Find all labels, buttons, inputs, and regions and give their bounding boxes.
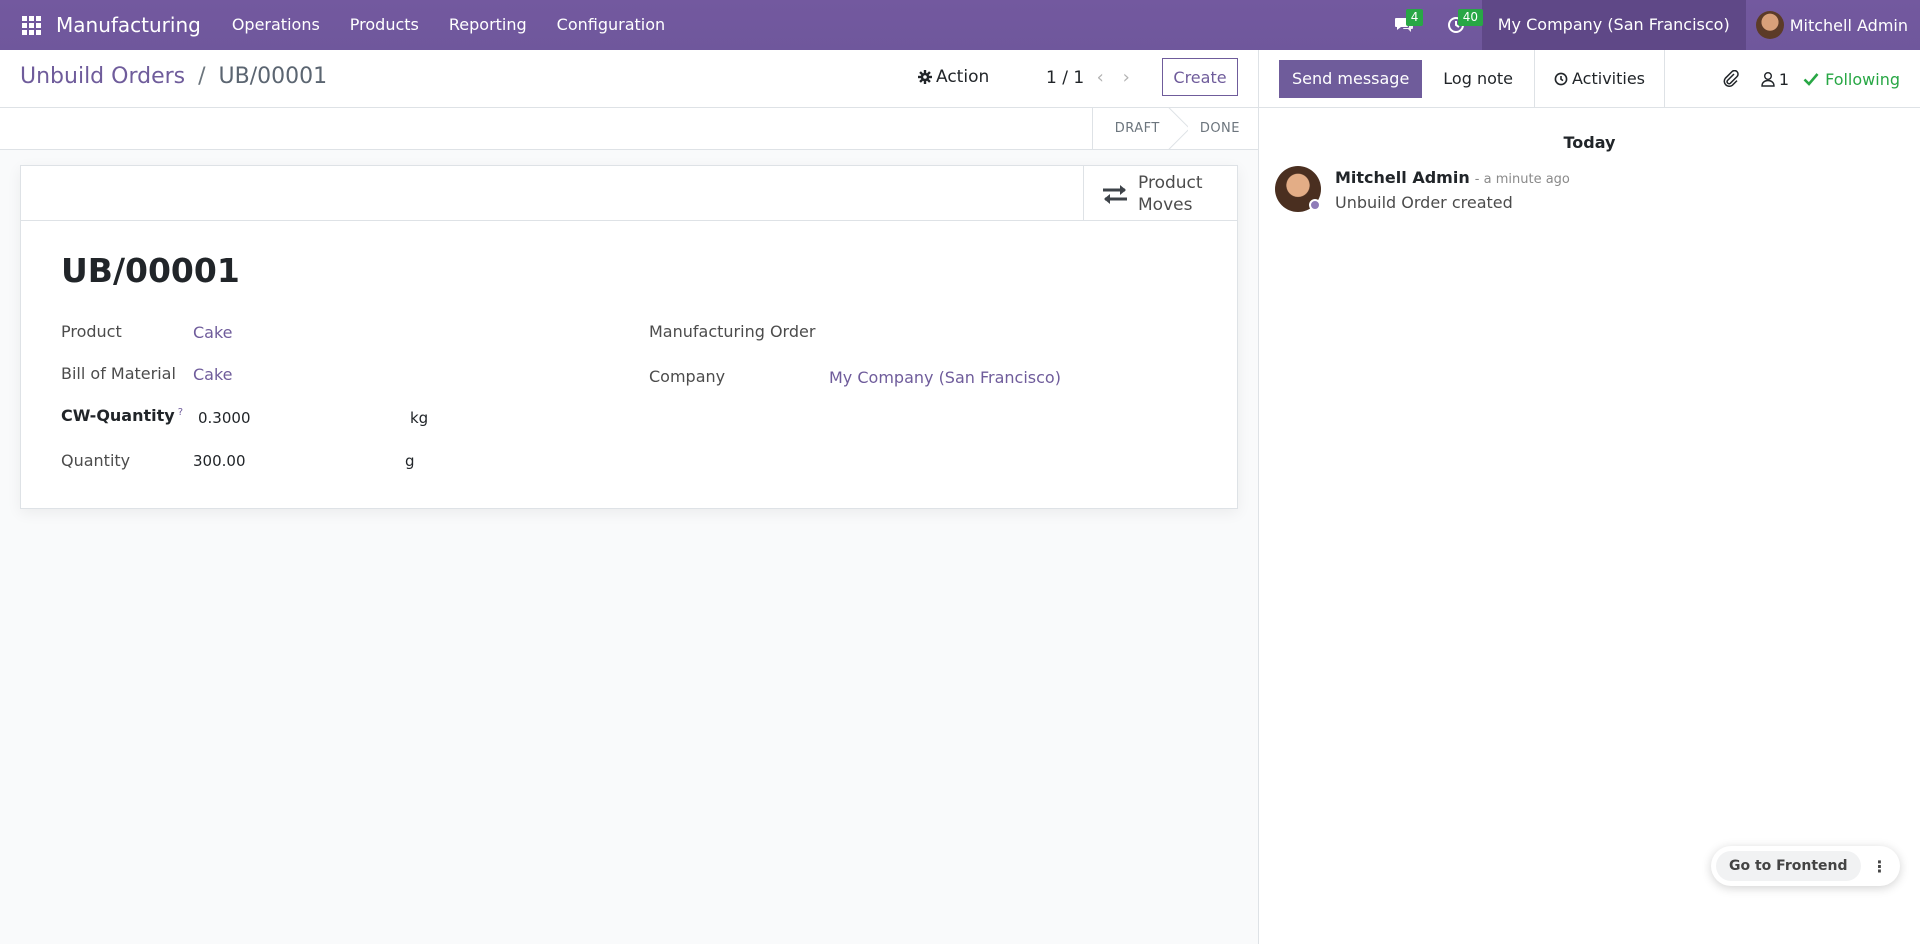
message-text: Unbuild Order created [1335,193,1513,212]
cw-quantity-help-icon[interactable]: ? [178,407,183,418]
company-link[interactable]: My Company (San Francisco) [829,368,1061,387]
go-to-frontend-button[interactable]: Go to Frontend [1716,851,1861,881]
cw-quantity-input[interactable]: 0.3000 [198,409,398,427]
product-link[interactable]: Cake [193,323,233,342]
button-box: Product Moves [21,166,1237,221]
product-moves-label: Product Moves [1138,172,1203,215]
more-options-icon[interactable]: ⋮ [1865,857,1895,876]
quantity-value: 300.00 [193,452,246,470]
exchange-icon [1103,184,1127,204]
online-status-icon [1309,199,1321,211]
create-button[interactable]: Create [1162,58,1238,96]
pager-next-icon[interactable]: › [1116,67,1136,88]
activities-badge: 40 [1457,9,1484,26]
messages-badge: 4 [1405,9,1424,26]
form-sheet: Product Moves UB/00001 Product Cake Bill… [20,165,1238,509]
cw-quantity-label-text: CW-Quantity [61,406,175,425]
app-name[interactable]: Manufacturing [56,13,201,37]
status-draft[interactable]: DRAFT [1091,108,1178,149]
gear-icon [918,70,932,84]
chatter-topbar-right: 1 Following [1711,50,1900,108]
message-body: Mitchell Admin - a minute ago Unbuild Or… [1335,168,1570,212]
status-steps: DRAFT DONE [1091,108,1258,149]
user-menu[interactable]: Mitchell Admin [1746,0,1920,50]
user-name: Mitchell Admin [1789,15,1908,35]
messaging-menu[interactable]: 4 [1378,0,1430,50]
activities-label: Activities [1572,68,1646,88]
chatter: Send message Log note Activities 1 Follo… [1258,49,1920,944]
following-button[interactable]: Following [1803,70,1900,89]
status-done[interactable]: DONE [1178,108,1258,149]
followers-count: 1 [1778,69,1790,89]
breadcrumb-separator: / [198,64,206,89]
cw-quantity-uom: kg [410,409,429,427]
company-label: Company [649,367,726,386]
activity-menu[interactable]: 40 [1430,0,1484,50]
menu-configuration[interactable]: Configuration [542,0,681,50]
check-icon [1803,73,1819,86]
bom-link[interactable]: Cake [193,365,233,384]
status-done-label: DONE [1199,121,1240,136]
clock-icon [1554,72,1568,85]
product-moves-button[interactable]: Product Moves [1083,166,1237,221]
status-bar: DRAFT DONE [0,108,1258,150]
activities-button[interactable]: Activities [1535,49,1666,108]
date-separator: Today [1563,133,1616,152]
cw-quantity-label: CW-Quantity? [61,406,183,425]
action-label: Action [936,67,990,87]
status-draft-label: DRAFT [1114,121,1160,136]
quantity-label: Quantity [61,451,131,470]
systray: 4 40 My Company (San Francisco) Mitchell… [1378,0,1920,50]
breadcrumb: Unbuild Orders / UB/00001 [20,64,327,89]
record-title: UB/00001 [61,251,240,290]
message-author[interactable]: Mitchell Admin [1335,168,1470,187]
paperclip-icon[interactable] [1711,70,1751,88]
chatter-topbar: Send message Log note Activities 1 Follo… [1259,49,1920,108]
control-panel: Unbuild Orders / UB/00001 Action 1 / 1 ‹… [0,50,1258,108]
action-menu-button[interactable]: Action [918,67,989,87]
pager-previous-icon[interactable]: ‹ [1090,67,1110,88]
product-label: Product [61,322,122,341]
send-message-button[interactable]: Send message [1279,59,1423,98]
quantity-uom: g [405,452,415,470]
log-note-button[interactable]: Log note [1422,49,1536,108]
apps-menu-icon[interactable] [16,0,46,50]
followers-button[interactable]: 1 [1761,70,1789,89]
message-date: - a minute ago [1474,172,1570,187]
pager-value[interactable]: 1 / 1 [1046,68,1084,88]
user-icon [1761,72,1775,87]
pager: 1 / 1 ‹ › [1046,67,1136,88]
breadcrumb-current: UB/00001 [218,64,328,89]
user-avatar [1755,11,1784,39]
manufacturing-order-label: Manufacturing Order [649,322,816,341]
main-navbar: Manufacturing Operations Products Report… [0,0,1920,50]
menu-reporting[interactable]: Reporting [434,0,542,50]
following-label: Following [1825,69,1900,89]
company-switcher[interactable]: My Company (San Francisco) [1481,0,1746,50]
frontend-switch: Go to Frontend ⋮ [1711,846,1900,886]
menu-operations[interactable]: Operations [217,0,335,50]
author-avatar[interactable] [1275,166,1321,212]
breadcrumb-unbuild-orders[interactable]: Unbuild Orders [20,64,185,89]
menu-products[interactable]: Products [335,0,434,50]
app-menu: Operations Products Reporting Configurat… [217,0,680,50]
bom-label: Bill of Material [61,364,176,383]
chatter-message: Mitchell Admin - a minute ago Unbuild Or… [1275,166,1570,212]
